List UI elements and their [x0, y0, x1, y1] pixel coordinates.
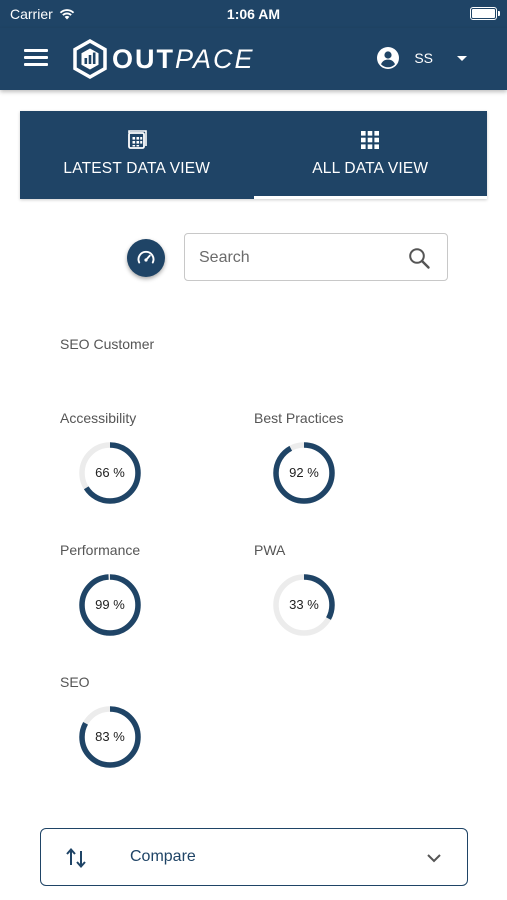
metric-value: 83 %: [95, 729, 125, 744]
metric-pwa: PWA 33 %: [254, 542, 414, 652]
brand-text-pace: PACE: [175, 43, 255, 74]
outpace-logo: OUT PACE: [72, 39, 255, 79]
metric-label: PWA: [254, 542, 286, 558]
swap-vertical-icon: [66, 847, 86, 869]
user-menu-button[interactable]: SS: [376, 46, 467, 70]
status-time: 1:06 AM: [226, 6, 281, 22]
customer-name: SEO Customer: [60, 336, 155, 352]
hamburger-menu-button[interactable]: [24, 49, 48, 69]
compare-label: Compare: [130, 848, 196, 865]
tab-all-data-view[interactable]: ALL DATA VIEW: [253, 111, 488, 199]
metric-label: Best Practices: [254, 410, 344, 426]
metric-value: 66 %: [95, 465, 125, 480]
metric-accessibility: Accessibility 66 %: [60, 410, 220, 520]
metric-label: SEO: [60, 674, 90, 690]
user-initials: SS: [414, 50, 433, 66]
chevron-down-icon: [427, 854, 441, 863]
view-tabs: LATEST DATA VIEW ALL DATA VIEW: [20, 111, 487, 199]
tab-latest-data-view[interactable]: LATEST DATA VIEW: [20, 111, 254, 199]
metric-seo: SEO 83 %: [60, 674, 220, 784]
search-input[interactable]: [199, 246, 399, 270]
app-header: OUT PACE SS: [0, 28, 507, 90]
search-field: [184, 233, 448, 281]
logo-mark-icon: [73, 39, 107, 79]
metric-value: 33 %: [289, 597, 319, 612]
compare-dropdown[interactable]: Compare: [40, 828, 468, 886]
search-icon[interactable]: [407, 246, 431, 270]
metric-best-practices: Best Practices 92 %: [254, 410, 414, 520]
calendar-grid-icon: [127, 130, 147, 149]
metric-label: Accessibility: [60, 410, 137, 426]
account-circle-icon: [377, 47, 400, 69]
tab-label-latest: LATEST DATA VIEW: [63, 160, 211, 177]
tab-label-all: ALL DATA VIEW: [312, 160, 429, 177]
metric-performance: Performance 99 %: [60, 542, 220, 652]
speedometer-button[interactable]: [127, 239, 165, 277]
battery-icon: [470, 7, 500, 20]
metric-value: 99 %: [95, 597, 125, 612]
speedometer-icon: [137, 250, 155, 264]
metric-label: Performance: [60, 542, 141, 558]
caret-down-icon: [457, 55, 467, 61]
metric-value: 92 %: [289, 465, 319, 480]
apps-grid-icon: [361, 131, 380, 149]
brand-text-out: OUT: [112, 43, 175, 74]
status-bar: Carrier 1:06 AM: [0, 0, 507, 28]
